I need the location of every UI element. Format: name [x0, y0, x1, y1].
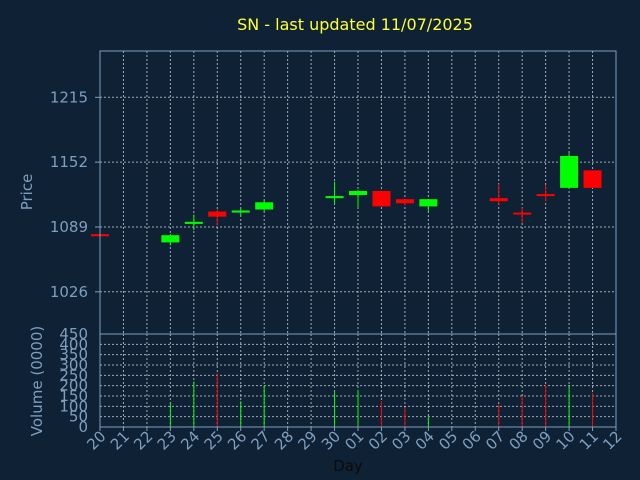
day-tick-label: 24 — [177, 427, 203, 453]
candle-body — [583, 170, 602, 188]
day-tick-label: 05 — [435, 427, 461, 453]
day-tick-label: 22 — [130, 427, 156, 453]
day-tick-label: 26 — [224, 427, 250, 453]
day-tick-label: 30 — [318, 427, 344, 453]
day-tick-label: 06 — [459, 427, 485, 453]
price-tick-label: 1026 — [50, 283, 88, 301]
volume-axis-label: Volume (0000) — [28, 326, 46, 436]
candle-body — [395, 199, 414, 204]
candle-body — [231, 210, 250, 213]
day-tick-label: 03 — [388, 427, 414, 453]
day-tick-label: 09 — [529, 427, 555, 453]
day-tick-label: 11 — [576, 427, 602, 453]
candle-body — [489, 198, 508, 202]
candle-body — [325, 196, 344, 199]
candles — [91, 152, 602, 246]
day-tick-label: 21 — [107, 427, 133, 453]
candle-body — [560, 155, 579, 188]
day-tick-label: 02 — [365, 427, 391, 453]
candle-body — [255, 202, 274, 210]
day-tick-label: 08 — [506, 427, 532, 453]
day-tick-label: 07 — [482, 427, 508, 453]
volume-ticks: 050100150200250300350400450 — [59, 325, 88, 436]
day-tick-label: 29 — [294, 427, 320, 453]
day-tick-label: 28 — [271, 427, 297, 453]
day-tick-label: 01 — [341, 427, 367, 453]
price-ticks: 1026 1089 1152 1215 — [50, 88, 100, 301]
candle-body — [161, 235, 180, 243]
candle-body — [349, 190, 367, 196]
day-tick-label: 12 — [599, 427, 625, 453]
day-tick-label: 10 — [552, 427, 578, 453]
day-axis-label: Day — [333, 457, 363, 475]
candle-body — [513, 212, 532, 215]
price-tick-label: 1152 — [50, 153, 88, 171]
day-tick-label: 04 — [412, 427, 438, 453]
price-tick-label: 1089 — [50, 218, 88, 236]
chart-svg: SN - last updated 11/07/2025 10261089115… — [18, 15, 626, 475]
stock-chart: SN - last updated 11/07/2025 1026 1089 115… — [0, 0, 640, 480]
chart-title: SN - last updated 11/07/2025 — [237, 15, 473, 34]
candle-body — [536, 194, 555, 197]
volume-bars — [169, 373, 594, 427]
price-tick-label: 1215 — [50, 88, 88, 106]
candle-body — [184, 221, 203, 224]
candle-body — [372, 190, 391, 207]
price-axis-label: Price — [18, 174, 36, 211]
volume-tick-label: 450 — [59, 325, 88, 343]
day-tick-label: 27 — [248, 427, 274, 453]
candle-body — [208, 211, 227, 217]
candle-body — [419, 199, 438, 207]
day-tick-label: 23 — [154, 427, 180, 453]
day-tick-label: 25 — [201, 427, 227, 453]
day-ticks: 2021222324252627282930010203040506070809… — [83, 427, 626, 454]
